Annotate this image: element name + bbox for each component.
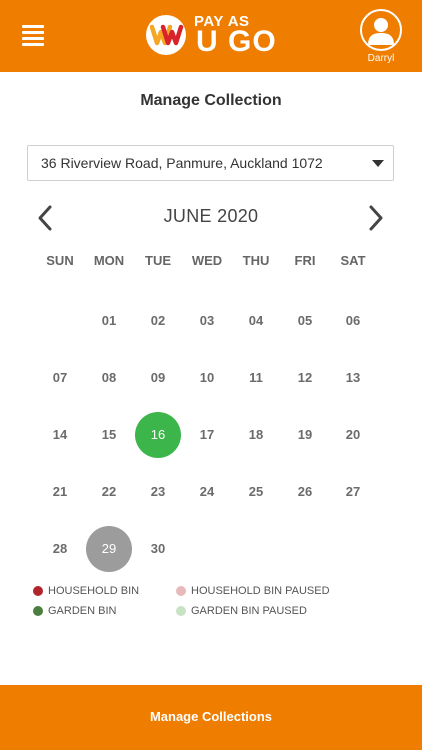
calendar-day-24[interactable]: 24: [184, 469, 230, 515]
address-dropdown[interactable]: 36 Riverview Road, Panmure, Auckland 107…: [27, 145, 394, 181]
calendar-day-05[interactable]: 05: [282, 298, 328, 344]
legend-dot-icon: [176, 606, 186, 616]
legend: HOUSEHOLD BIN HOUSEHOLD BIN PAUSED GARDEN …: [33, 585, 393, 625]
legend-label: GARDEN BIN: [48, 605, 117, 617]
calendar-day-04[interactable]: 04: [233, 298, 279, 344]
weekday-label-fri: FRI: [294, 253, 316, 268]
user-name: Darryl: [367, 53, 395, 64]
weekday-header-row: SUN MON TUE WED THU FRI SAT: [35, 253, 390, 269]
calendar-day-21[interactable]: 21: [37, 469, 83, 515]
calendar-day-27[interactable]: 27: [330, 469, 376, 515]
user-icon: [360, 9, 402, 51]
calendar-day-06[interactable]: 06: [330, 298, 376, 344]
calendar-day-12[interactable]: 12: [282, 355, 328, 401]
calendar-day-20[interactable]: 20: [330, 412, 376, 458]
menu-icon[interactable]: [22, 25, 44, 46]
calendar-day-17[interactable]: 17: [184, 412, 230, 458]
next-month-button[interactable]: [364, 203, 388, 233]
calendar-day-25[interactable]: 25: [233, 469, 279, 515]
weekday-label-wed: WED: [191, 253, 223, 268]
profile-button[interactable]: Darryl: [360, 9, 402, 69]
legend-dot-icon: [33, 606, 43, 616]
legend-dot-icon: [176, 586, 186, 596]
calendar-day-15[interactable]: 15: [86, 412, 132, 458]
legend-label: HOUSEHOLD BIN: [48, 585, 140, 597]
calendar-grid: 01 02 03 04 05 06 07 08 09 10 11 12 13 14 15 16 17 18 19 20…: [0, 0, 422, 750]
weekday-label-thu: THU: [242, 253, 270, 268]
month-label: JUNE 2020: [163, 206, 259, 226]
calendar-day-22[interactable]: 22: [86, 469, 132, 515]
calendar-day-08[interactable]: 08: [86, 355, 132, 401]
weekday-label-sun: SUN: [46, 253, 74, 268]
caret-down-icon: [372, 160, 384, 167]
weekday-label-sat: SAT: [340, 253, 366, 268]
legend-label: HOUSEHOLD BIN PAUSED: [191, 585, 330, 597]
calendar-day-13[interactable]: 13: [330, 355, 376, 401]
weekday-label-tue: TUE: [145, 253, 171, 268]
calendar-day-01[interactable]: 01: [86, 298, 132, 344]
legend-dot-icon: [33, 586, 43, 596]
calendar-day-09[interactable]: 09: [135, 355, 181, 401]
logo-mark-icon: [146, 15, 186, 55]
calendar-day-02[interactable]: 02: [135, 298, 181, 344]
calendar-day-07[interactable]: 07: [37, 355, 83, 401]
page-title: Manage Collection: [140, 92, 282, 109]
calendar-day-14[interactable]: 14: [37, 412, 83, 458]
calendar-day-18[interactable]: 18: [233, 412, 279, 458]
calendar-day-03[interactable]: 03: [184, 298, 230, 344]
calendar-day-28[interactable]: 28: [37, 526, 83, 572]
calendar-day-19[interactable]: 19: [282, 412, 328, 458]
chevron-right-icon: [369, 205, 383, 231]
app-logo: PAY AS U GO: [146, 13, 286, 59]
address-selected-value: 36 Riverview Road, Panmure, Auckland 107…: [41, 155, 323, 171]
calendar-day-10[interactable]: 10: [184, 355, 230, 401]
calendar-day-23[interactable]: 23: [135, 469, 181, 515]
legend-label: GARDEN BIN PAUSED: [191, 605, 307, 617]
calendar-day-29[interactable]: 29: [86, 526, 132, 572]
calendar-day-30[interactable]: 30: [135, 526, 181, 572]
manage-collections-button[interactable]: Manage Collections: [0, 685, 422, 750]
calendar-day-11[interactable]: 11: [233, 355, 279, 401]
logo-text-bottom: U GO: [196, 25, 277, 58]
app-header: PAY AS U GO Darryl: [0, 0, 422, 72]
calendar-day-26[interactable]: 26: [282, 469, 328, 515]
weekday-label-mon: MON: [93, 253, 125, 268]
calendar-day-16[interactable]: 16: [135, 412, 181, 458]
